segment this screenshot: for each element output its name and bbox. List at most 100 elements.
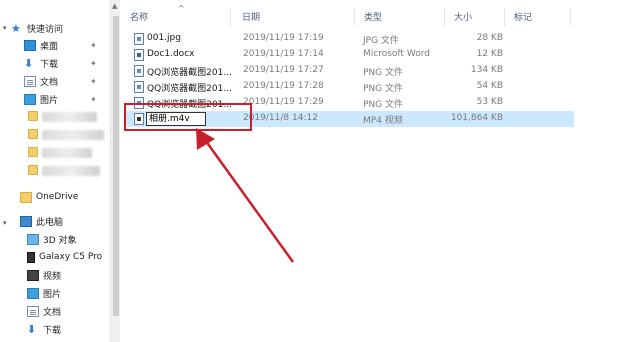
file-name: QQ浏览器截图201... [147,68,232,78]
download-icon: ⬇ [24,56,34,70]
videos-icon [27,269,39,281]
file-row[interactable]: QQ浏览器截图201... 2019/11/19 17:27 PNG 文件 13… [126,63,574,79]
pin-icon: ✦ [90,95,97,104]
folder-icon [20,191,32,203]
redacted-item [42,130,104,140]
star-icon: ★ [11,21,21,35]
column-divider[interactable] [354,8,355,26]
scroll-up-icon[interactable]: ▲ [112,2,117,10]
file-type: MP4 视频 [363,116,403,126]
word-file-icon [134,49,144,61]
sidebar-item-videos[interactable]: 视频 [27,267,61,283]
sidebar-item-label: 文档 [43,307,62,318]
file-size: 54 KB [476,81,503,91]
folder-icon [28,165,38,175]
sidebar-item-label: 桌面 [40,41,59,52]
file-type: PNG 文件 [363,68,403,78]
pictures-icon [27,287,39,299]
sidebar-item-label: 图片 [43,289,62,300]
sidebar-item-label: 下载 [43,325,62,336]
pin-icon: ✦ [90,59,97,68]
file-date: 2019/11/19 17:14 [243,49,324,59]
file-size: 28 KB [476,33,503,43]
sidebar-item-label: OneDrive [36,192,79,202]
sidebar-item-onedrive[interactable]: OneDrive [20,189,78,205]
column-header-size[interactable]: 大小 [454,10,472,23]
image-file-icon [134,65,144,77]
navigation-scrollbar[interactable]: ▲ [110,0,120,342]
folder-icon [28,147,38,157]
file-type: PNG 文件 [363,100,403,110]
document-icon [24,75,36,87]
sidebar-item-label: 视频 [43,271,62,282]
image-file-icon [134,33,144,45]
file-type: Microsoft Word [363,49,430,59]
sidebar-item-documents-pc[interactable]: 文档 [27,303,61,319]
sidebar-item-desktop[interactable]: 桌面 [24,37,58,53]
file-type: JPG 文件 [363,36,399,46]
file-date: 2019/11/19 17:19 [243,33,324,43]
annotation-highlight-box [124,103,252,131]
column-divider[interactable] [230,8,231,26]
sidebar-item-label: 图片 [40,95,59,106]
file-name: QQ浏览器截图201... [147,84,232,94]
redacted-item [42,166,100,176]
file-row[interactable]: Doc1.docx 2019/11/19 17:14 Microsoft Wor… [126,47,574,63]
phone-icon [27,251,35,263]
column-header-type[interactable]: 类型 [364,10,382,23]
sidebar-item-label: 此电脑 [36,217,64,228]
sidebar-item-label: Galaxy C5 Pro [39,252,103,262]
file-date: 2019/11/8 14:12 [243,113,318,123]
sidebar-item-downloads[interactable]: ⬇ 下载 [24,55,58,71]
desktop-icon [24,39,36,51]
folder-icon [28,129,38,139]
computer-icon [20,215,32,227]
column-header-date[interactable]: 日期 [242,10,260,23]
sidebar-item-this-pc[interactable]: 此电脑 [20,213,63,229]
pin-icon: ✦ [90,41,97,50]
document-icon [27,305,39,317]
sidebar-item-pictures[interactable]: 图片 [24,91,58,107]
file-date: 2019/11/19 17:29 [243,97,324,107]
file-date: 2019/11/19 17:28 [243,81,324,91]
file-type: PNG 文件 [363,84,403,94]
file-size: 101,864 KB [450,113,503,123]
sidebar-item-downloads-pc[interactable]: ⬇ 下载 [27,321,61,337]
image-file-icon [134,81,144,93]
column-header-row: ^ 名称 日期 类型 大小 标记 [120,4,640,28]
file-name: Doc1.docx [147,49,195,59]
scrollbar-thumb[interactable] [113,16,119,316]
sidebar-item-label: 下载 [40,59,59,70]
file-row[interactable]: QQ浏览器截图201... 2019/11/19 17:28 PNG 文件 54… [126,79,574,95]
column-header-tags[interactable]: 标记 [514,10,532,23]
sidebar-item-pictures-pc[interactable]: 图片 [27,285,61,301]
file-size: 134 KB [470,65,503,75]
file-row[interactable]: 001.jpg 2019/11/19 17:19 JPG 文件 28 KB [126,31,574,47]
column-divider[interactable] [504,8,505,26]
sidebar-item-documents[interactable]: 文档 [24,73,58,89]
sidebar-item-label: 文档 [40,77,59,88]
pictures-icon [24,93,36,105]
chevron-down-icon[interactable]: ▾ [3,219,7,227]
sort-caret-icon: ^ [178,4,185,13]
navigation-pane: ▾ ★ 快速访问 桌面 ✦ ⬇ 下载 ✦ 文档 ✦ 图片 ✦ OneDrive … [0,0,110,342]
sidebar-item-3d-objects[interactable]: 3D 对象 [27,231,77,247]
column-header-name[interactable]: 名称 [130,10,148,23]
redacted-item [42,112,97,122]
pin-icon: ✦ [90,77,97,86]
file-size: 12 KB [476,49,503,59]
download-icon: ⬇ [27,322,37,336]
column-divider[interactable] [444,8,445,26]
folder-icon [28,111,38,121]
file-name: 001.jpg [147,33,181,43]
file-date: 2019/11/19 17:27 [243,65,324,75]
sidebar-item-label: 3D 对象 [43,235,77,246]
sidebar-item-label: 快速访问 [27,24,64,35]
sidebar-item-galaxy[interactable]: Galaxy C5 Pro [27,249,102,265]
column-divider[interactable] [570,8,571,26]
3d-objects-icon [27,233,39,245]
sidebar-item-quick-access[interactable]: ★ 快速访问 [11,20,63,36]
file-size: 53 KB [476,97,503,107]
redacted-item [42,148,92,158]
chevron-down-icon[interactable]: ▾ [3,24,7,32]
